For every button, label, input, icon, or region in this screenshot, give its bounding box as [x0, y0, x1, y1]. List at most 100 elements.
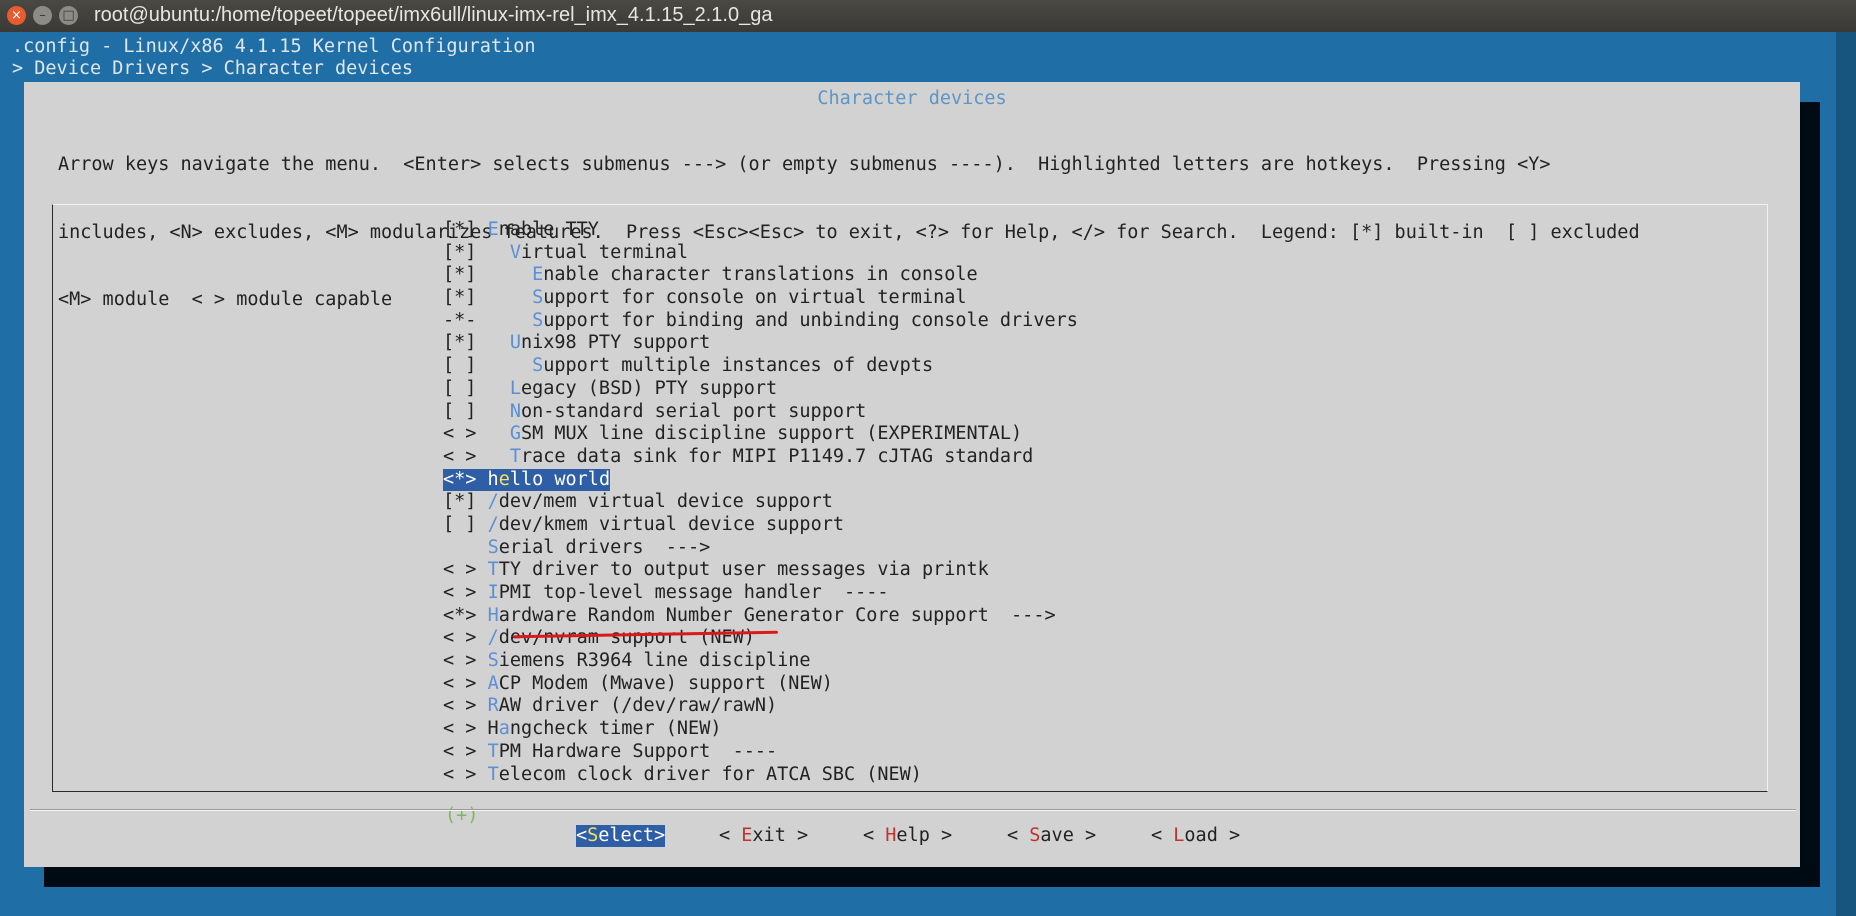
menu-item-label: elecom clock driver for ATCA SBC (NEW) — [498, 763, 922, 785]
menu-item-prefix: < > — [443, 672, 488, 694]
config-header: .config - Linux/x86 4.1.15 Kernel Config… — [12, 36, 536, 57]
window-titlebar: × – □ root@ubuntu:/home/topeet/topeet/im… — [0, 0, 1856, 32]
menu-item-selected[interactable]: <*> hello world — [443, 468, 611, 492]
menu-item-prefix: [ ] — [443, 400, 510, 422]
menu-item-label: dev/mem virtual device support — [498, 491, 833, 513]
menu-item[interactable]: [ ] Support multiple instances of devpts — [443, 355, 1078, 378]
menu-item-hotkey: e — [498, 468, 510, 490]
menu-item-hotkey: / — [487, 491, 499, 513]
menu-item[interactable]: < > ACP Modem (Mwave) support (NEW) — [443, 673, 1078, 696]
window-edge — [1836, 32, 1856, 916]
menu-item-prefix: [*] — [443, 491, 488, 513]
menu-item-label: upport for binding and unbinding console… — [543, 309, 1078, 331]
dialog-shadow — [44, 867, 1820, 887]
maximize-window-button[interactable]: □ — [59, 6, 78, 25]
menu-item-label: erial drivers ---> — [498, 536, 711, 558]
menu-item-hotkey: E — [487, 219, 499, 240]
menu-item-label: PMI top-level message handler ---- — [498, 582, 889, 603]
menu-item-label: ardware Random Number Generator Core sup… — [498, 604, 1056, 626]
menu-item-prefix: < > — [443, 650, 488, 672]
close-icon: × — [11, 8, 22, 23]
dialog-title: Character devices — [817, 88, 1007, 109]
menu-item-label: SM MUX line discipline support (EXPERIME… — [520, 423, 1023, 445]
menu-item[interactable]: -*- Support for binding and unbinding co… — [443, 310, 1078, 333]
menuconfig-dialog: Character devices Arrow keys navigate th… — [24, 82, 1800, 867]
menu-item[interactable]: <*> Hardware Random Number Generator Cor… — [443, 605, 1078, 628]
load-button[interactable]: < Load > — [1151, 825, 1240, 847]
button-separator — [30, 809, 1796, 811]
menu-item-prefix: [*] — [443, 219, 488, 240]
menu-item[interactable]: [*] Support for console on virtual termi… — [443, 287, 1078, 310]
menu-item-hotkey: T — [487, 559, 499, 581]
menu-item[interactable]: [ ] Non-standard serial port support — [443, 401, 1078, 424]
menu-item-prefix: < > H — [443, 718, 499, 740]
menu-item[interactable]: < > Siemens R3964 line discipline — [443, 650, 1078, 673]
menu-item-label: llo world — [509, 468, 611, 490]
menu-item-prefix: < > — [443, 627, 488, 649]
menu-item-label: nable character translations in console — [543, 264, 978, 286]
menu-item-hotkey: S — [532, 355, 544, 377]
menu-item-hotkey: U — [509, 332, 521, 354]
menu-item-hotkey: E — [532, 264, 544, 286]
menu-item-hotkey: N — [509, 400, 521, 422]
menu-item[interactable]: < > Trace data sink for MIPI P1149.7 cJT… — [443, 446, 1078, 469]
menu-item-prefix: <*> h — [443, 468, 499, 490]
menu-item-label: TY driver to output user messages via pr… — [498, 559, 989, 581]
menu-item-label: dev/kmem virtual device support — [498, 513, 844, 535]
menu-item[interactable]: [*] Unix98 PTY support — [443, 332, 1078, 355]
menu-item-prefix: < > — [443, 582, 488, 603]
maximize-icon: □ — [62, 8, 75, 23]
menu-item[interactable]: [ ] Legacy (BSD) PTY support — [443, 378, 1078, 401]
menu-item-prefix: [ ] — [443, 513, 488, 535]
menu-item-prefix: [*] — [443, 241, 510, 263]
menu-item-prefix: [ ] — [443, 355, 533, 377]
menu-item-hotkey: a — [498, 718, 510, 740]
menu-item-label: upport for console on virtual terminal — [543, 287, 967, 309]
menu-item-label: PM Hardware Support ---- — [498, 740, 778, 762]
save-button[interactable]: < Save > — [1007, 825, 1096, 847]
menu-item[interactable]: < > IPMI top-level message handler ---- — [443, 582, 1078, 605]
menu-item-prefix: [*] — [443, 332, 510, 354]
menu-item-hotkey: A — [487, 672, 499, 694]
terminal-area[interactable]: .config - Linux/x86 4.1.15 Kernel Config… — [0, 32, 1856, 916]
menu-item[interactable]: [ ] /dev/kmem virtual device support — [443, 514, 1078, 537]
select-button[interactable]: <Select> — [576, 825, 666, 847]
dialog-shadow-right — [1800, 102, 1820, 887]
menu-item-prefix — [443, 537, 488, 558]
menu-item-label: race data sink for MIPI P1149.7 cJTAG st… — [520, 445, 1034, 467]
menu-item[interactable]: < > TTY driver to output user messages v… — [443, 559, 1078, 582]
menu-item-hotkey: R — [487, 695, 499, 717]
menu-item[interactable]: [*] /dev/mem virtual device support — [443, 491, 1078, 514]
menu-item[interactable]: [*] Enable TTY — [443, 219, 1078, 242]
menu-item[interactable]: < > RAW driver (/dev/raw/rawN) — [443, 695, 1078, 718]
menu-item-hotkey: / — [487, 627, 499, 649]
menu-item[interactable]: < > Hangcheck timer (NEW) — [443, 718, 1078, 741]
menu-item-label: egacy (BSD) PTY support — [520, 377, 778, 399]
menu-item-label: nix98 PTY support — [520, 332, 711, 354]
exit-button[interactable]: < Exit > — [719, 825, 808, 847]
menu-item[interactable]: Serial drivers ---> — [443, 537, 1078, 560]
menu-item-label: CP Modem (Mwave) support (NEW) — [498, 672, 833, 694]
menu-item[interactable]: [*] Enable character translations in con… — [443, 264, 1078, 287]
menu-item-label: iemens R3964 line discipline — [498, 650, 811, 672]
menu-item[interactable]: < > TPM Hardware Support ---- — [443, 741, 1078, 764]
menu-item-hotkey: L — [509, 377, 521, 399]
menu-item-hotkey: V — [509, 241, 521, 263]
breadcrumb: > Device Drivers > Character devices — [12, 58, 413, 79]
menu-item-label: upport multiple instances of devpts — [543, 355, 934, 377]
minimize-window-button[interactable]: – — [33, 6, 52, 25]
menu-item-hotkey: S — [487, 650, 499, 672]
minimize-icon: – — [39, 8, 46, 23]
menu-item[interactable]: < > GSM MUX line discipline support (EXP… — [443, 423, 1078, 446]
menu-item-prefix: [*] — [443, 287, 533, 309]
menu-item-prefix: [*] — [443, 264, 533, 286]
menu-item-hotkey: T — [487, 763, 499, 785]
menu-item-prefix: < > — [443, 423, 510, 445]
close-window-button[interactable]: × — [7, 6, 26, 25]
menu-box: [*] Enable TTY [*] Virtual terminal [*] En… — [52, 204, 1768, 826]
menu-item[interactable]: < > Telecom clock driver for ATCA SBC (N… — [443, 764, 1078, 787]
menu-item-label: AW driver (/dev/raw/rawN) — [498, 695, 778, 717]
menu-item[interactable]: [*] Virtual terminal — [443, 242, 1078, 265]
help-button[interactable]: < Help > — [863, 825, 952, 847]
menu-item-prefix: < > — [443, 763, 488, 785]
